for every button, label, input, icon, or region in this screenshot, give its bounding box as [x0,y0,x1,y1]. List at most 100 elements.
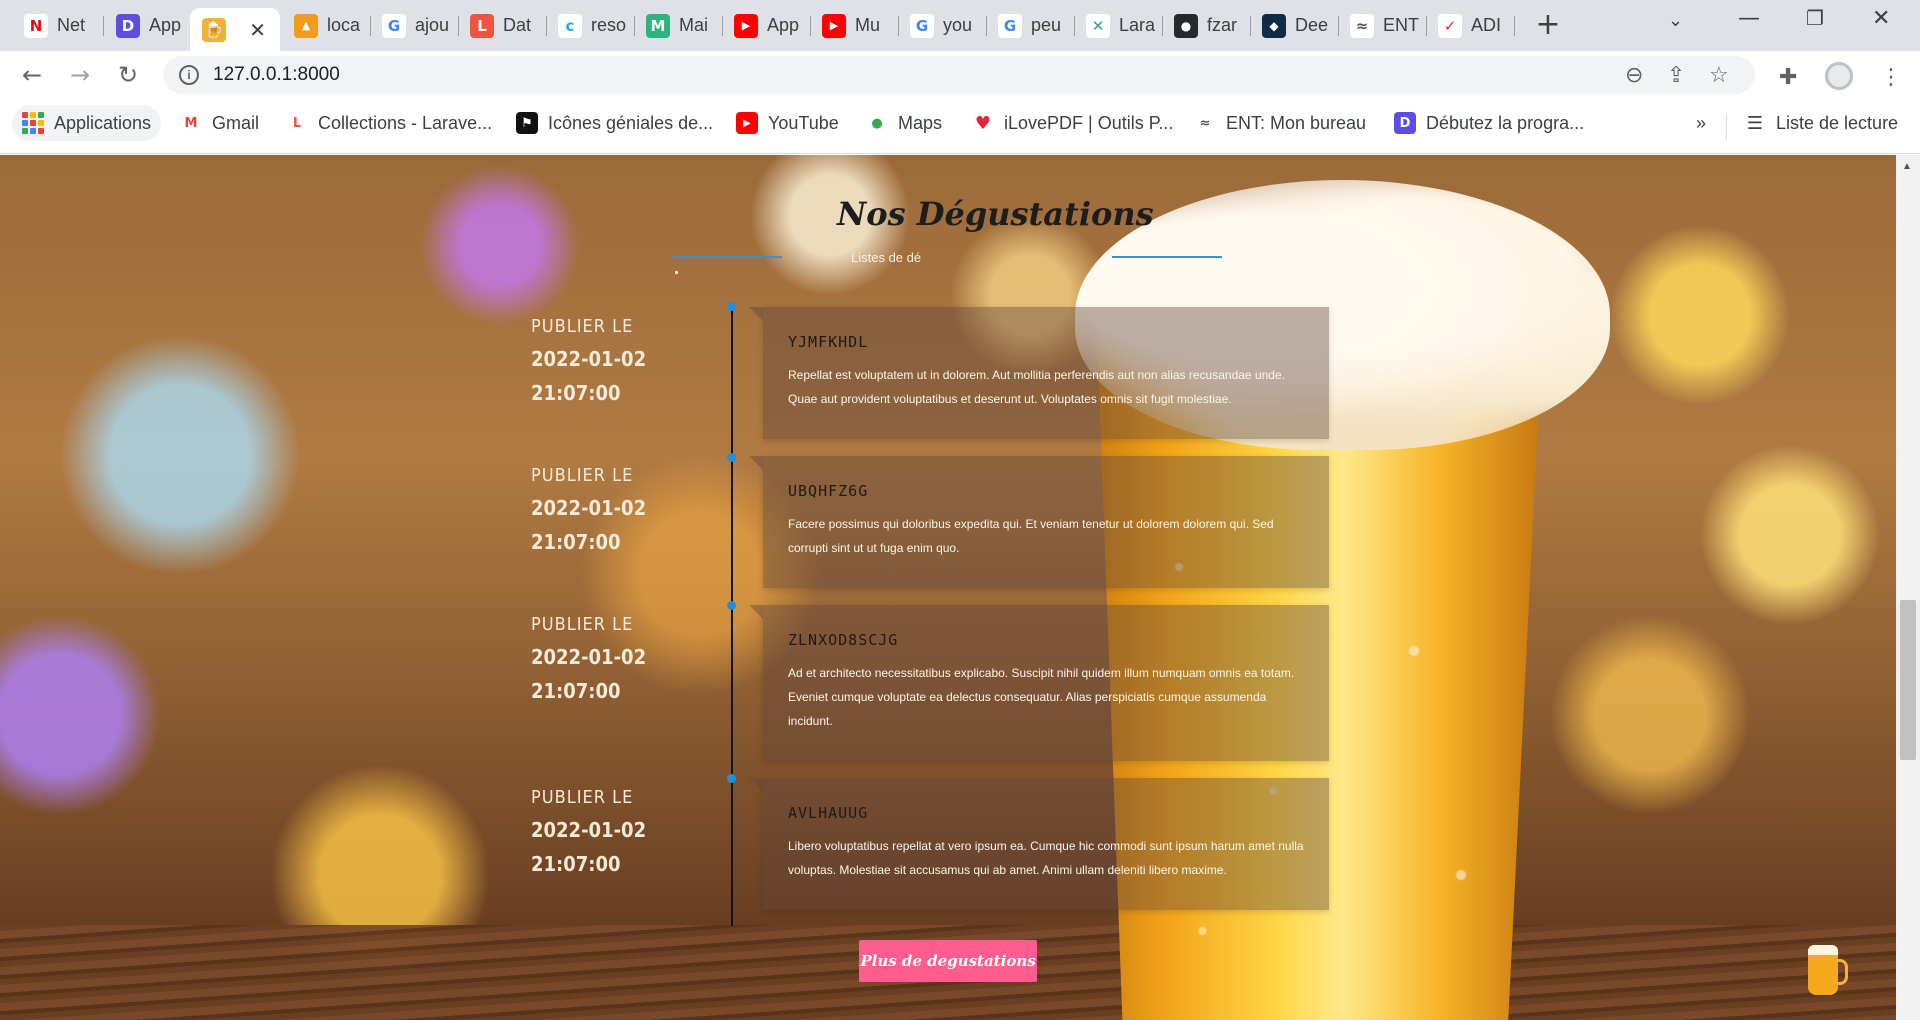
bookmark-gmail[interactable]: M Gmail [180,105,259,141]
bookmark-label: iLovePDF | Outils P... [1004,112,1174,133]
address-bar[interactable]: i 127.0.0.1:8000 ⊖ ⇪ ☆ [163,56,1755,94]
tab-label: Dat [503,15,532,35]
tab-laracasts[interactable]: ✕ Lara [1074,8,1162,43]
publish-label: PUBLIER LE [531,316,634,337]
tab-netflix[interactable]: N Net [12,8,102,43]
bookmark-applications[interactable]: Applications [12,105,162,141]
new-tab-button[interactable]: + [1532,10,1564,42]
bookmark-debutez[interactable]: D Débutez la progra... [1394,105,1584,141]
page-viewport: Nos Dégustations Listes de dé PUBLIER LE… [0,155,1896,1020]
tasting-title: UBQHFZ6G [788,482,869,500]
scroll-up-arrow-icon[interactable]: ▲ [1902,161,1912,172]
publish-date: 2022-01-02 [531,645,647,669]
app-d-icon: D [1394,112,1416,134]
tab-ent[interactable]: ≈ ENT [1338,8,1426,43]
deepl-icon: ◆ [1262,13,1286,38]
tasting-card[interactable]: AVLHAUUG Libero voluptatibus repellat at… [749,778,1329,910]
tab-google-peu[interactable]: G peu [986,8,1074,43]
tasting-description: Repellat est voluptatem ut in dolorem. A… [788,368,1285,406]
publish-time: 21:07:00 [531,679,621,703]
tasting-description: Libero voluptatibus repellat at vero ips… [788,839,1304,877]
tab-search-chevron-icon[interactable]: ⌄ [1668,10,1683,31]
tab-label: peu [1031,15,1062,35]
tab-app[interactable]: D App [104,8,190,43]
app-d-icon: D [116,13,140,38]
timeline-dot [727,453,736,462]
profile-avatar[interactable] [1825,62,1853,90]
scrollbar-thumb[interactable] [1900,600,1916,760]
address-url[interactable]: 127.0.0.1:8000 [213,64,340,86]
tasting-card[interactable]: ZLNXOD8SCJG Ad et architecto necessitati… [749,605,1329,761]
bookmark-label: Débutez la progra... [1426,112,1585,133]
back-button[interactable]: ← [16,59,48,91]
bookmark-icones-geniales[interactable]: ⚑ Icônes géniales de... [516,105,713,141]
publish-date: 2022-01-02 [531,347,647,371]
tab-label: fzar [1207,15,1238,35]
bookmark-ent[interactable]: ≈ ENT: Mon bureau [1194,105,1366,141]
beer-mug-icon[interactable] [1808,945,1848,995]
publish-label: PUBLIER LE [531,465,634,486]
bookmark-label: Gmail [212,112,260,133]
tab-reso[interactable]: c reso [546,8,634,43]
bookmarks-bar: Applications M Gmail L Collections - Lar… [0,99,1920,154]
minimize-button[interactable]: — [1738,6,1760,31]
tasting-card[interactable]: UBQHFZ6G Facere possimus qui doloribus e… [749,456,1329,588]
tab-label: ENT [1383,15,1419,35]
reading-list-button[interactable]: ☰ Liste de lecture [1744,105,1898,141]
bookmark-label: YouTube [768,112,839,133]
bookmark-collections-laravel[interactable]: L Collections - Larave... [286,105,492,141]
reading-list-icon: ☰ [1744,112,1766,134]
tab-google-you[interactable]: G you [898,8,986,43]
close-window-button[interactable]: ✕ [1872,6,1890,31]
page-scrollbar[interactable]: ▲ [1896,155,1920,1020]
tab-strip: N Net D App 🍺 ✕ ▲ loca G ajou L Dat c re… [0,0,1920,51]
tab-label: App [149,15,182,35]
tab-adi[interactable]: ✓ ADI [1426,8,1514,43]
bookmark-maps[interactable]: ● Maps [866,105,942,141]
tab-google-ajout[interactable]: G ajou [370,8,458,43]
heart-icon: ♥ [972,112,994,134]
tab-phpmyadmin[interactable]: ▲ loca [282,8,372,43]
tab-youtube-app[interactable]: ▶ App [722,8,810,43]
ent-icon: ≈ [1350,13,1374,38]
flag-icon: ⚑ [516,112,538,134]
tasting-card[interactable]: YJMFKHDL Repellat est voluptatem ut in d… [749,307,1329,439]
forward-button[interactable]: → [64,59,96,91]
tab-mail[interactable]: M Mai [634,8,722,43]
bookmark-ilovepdf[interactable]: ♥ iLovePDF | Outils P... [972,105,1173,141]
bookmark-star-icon[interactable]: ☆ [1709,63,1729,88]
restore-button[interactable]: ❐ [1806,6,1824,30]
publish-time: 21:07:00 [531,852,621,876]
site-info-icon[interactable]: i [179,65,199,85]
reload-button[interactable]: ↻ [112,59,144,91]
tab-label: ADI [1471,15,1502,35]
extensions-puzzle-icon[interactable]: ✚ [1779,65,1797,90]
publish-time: 21:07:00 [531,530,621,554]
mail-icon: M [646,13,670,38]
zoom-icon[interactable]: ⊖ [1625,63,1643,88]
tab-label: ajou [415,15,450,35]
title-underline-right [1112,256,1222,258]
tasting-title: ZLNXOD8SCJG [788,631,899,649]
more-tastings-button[interactable]: Plus de degustations [859,940,1037,982]
more-bookmarks-button[interactable]: » [1696,113,1706,134]
timeline-dot [727,302,736,311]
menu-kebab-icon[interactable]: ⋮ [1880,65,1902,90]
reading-list-label: Liste de lecture [1776,112,1899,133]
tab-github[interactable]: ● fzar [1162,8,1250,43]
close-tab-icon[interactable]: ✕ [249,18,266,42]
section-title: Nos Dégustations [837,195,1154,233]
tasting-description: Facere possimus qui doloribus expedita q… [788,517,1274,555]
tab-deepl[interactable]: ◆ Dee [1250,8,1338,43]
bookmark-youtube[interactable]: ▶ YouTube [736,105,839,141]
tab-youtube-mu[interactable]: ▶ Mu [810,8,898,43]
title-underline-left [672,256,782,258]
bookmarks-divider [1726,113,1727,139]
tab-active-beer[interactable]: 🍺 ✕ [190,8,280,51]
tab-label: Net [57,15,86,35]
tab-laravel-dat[interactable]: L Dat [458,8,546,43]
share-icon[interactable]: ⇪ [1667,63,1685,88]
bookmark-label: Maps [898,112,943,133]
timeline-date: PUBLIER LE 2022-01-02 21:07:00 [531,316,646,405]
bookmark-label: ENT: Mon bureau [1226,112,1367,133]
